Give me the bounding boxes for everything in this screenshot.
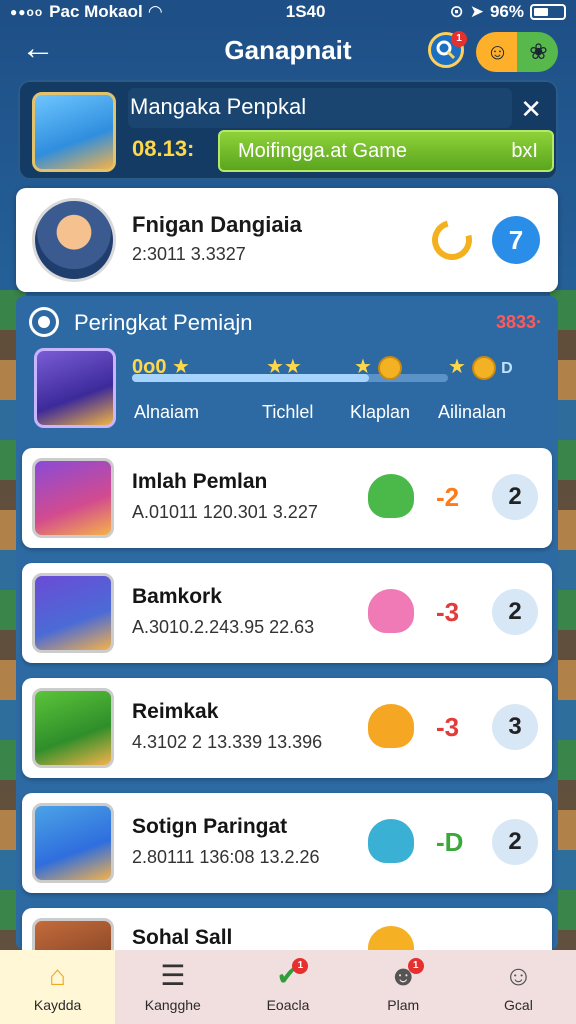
star-coin-end-icon: ★ D — [448, 355, 513, 380]
milestone-label-3: Klaplan — [350, 402, 411, 422]
profile-meta: 2:3011 3.3327 — [132, 244, 246, 264]
promo-button-tag: bxI — [511, 139, 538, 162]
list-item[interactable]: Imlah Pemlan A.01011 120.301 3.227 -2 2 — [22, 448, 552, 548]
star-coin-icon: ★ — [354, 354, 402, 380]
rank-change: -3 — [436, 597, 460, 627]
pet-icon — [368, 589, 414, 633]
search-button[interactable]: 1 — [428, 31, 467, 68]
dino-avatar-icon: ❀ — [529, 39, 548, 64]
signal-icon: ●●oo — [10, 5, 44, 19]
list-item[interactable]: Sotign Paringat 2.80111 136:08 13.2.26 -… — [22, 793, 552, 893]
app-header: ← Ganapnait 1 ☺ ❀ — [0, 26, 576, 74]
level-character-image — [34, 348, 116, 428]
player-meta: A.3010.2.243.95 22.63 — [132, 617, 315, 637]
player-avatar — [32, 458, 114, 538]
list-item[interactable]: Bamkork A.3010.2.243.95 22.63 -3 2 — [22, 563, 552, 663]
player-name: Sotign Paringat — [132, 815, 288, 838]
rank-badge: 2 — [492, 474, 538, 520]
list-item[interactable]: Sohal Sall — [22, 908, 552, 950]
profile-card[interactable]: Fnigan Dangiaia 2:3011 3.3327 7 — [16, 188, 558, 292]
pet-icon — [368, 926, 414, 950]
promo-character-image — [32, 92, 116, 172]
nav-play[interactable]: ☻ 1 Plam — [346, 950, 461, 1024]
nav-label: Gcal — [504, 997, 533, 1013]
list-icon: ☰ — [160, 960, 186, 991]
promo-code: 08.13: — [132, 136, 195, 161]
carrier-name: Pac Mokaol — [49, 2, 143, 21]
player-name: Reimkak — [132, 700, 219, 723]
rank-change: -3 — [436, 712, 460, 742]
promo-title: Mangaka Penpkal — [130, 94, 307, 119]
battery-icon — [529, 4, 566, 20]
page-title: Ganapnait — [224, 34, 352, 65]
milestone-label-1: Alnaiam — [134, 402, 200, 422]
promo-button-label: Moifingga.at Game — [238, 139, 407, 162]
avatar-switch[interactable]: ☺ ❀ — [476, 32, 558, 72]
player-meta: 4.3102 2 13.339 13.396 — [132, 732, 323, 752]
player-avatar — [32, 918, 114, 950]
ranking-title: Peringkat Pemiajn — [74, 310, 253, 335]
nav-home[interactable]: ⌂ Kaydda — [0, 950, 116, 1024]
close-icon[interactable]: ✕ — [520, 94, 542, 125]
nav-label: Kaydda — [33, 997, 82, 1013]
rank-badge: 2 — [492, 819, 538, 865]
nav-badge: 1 — [292, 958, 309, 974]
refresh-icon[interactable] — [424, 212, 480, 268]
status-time: 1S40 — [285, 2, 326, 21]
player-avatar — [32, 573, 114, 653]
nav-label: Eoacla — [266, 997, 310, 1013]
list-item[interactable]: Reimkak 4.3102 2 13.339 13.396 -3 3 — [22, 678, 552, 778]
player-meta: 2.80111 136:08 13.2.26 — [132, 847, 320, 867]
nav-label: Kangghe — [144, 997, 201, 1013]
promo-game-button[interactable]: Moifingga.at Game bxI — [218, 130, 554, 172]
nav-tasks[interactable]: ✔ 1 Eoacla — [230, 950, 345, 1024]
profile-icon: ☺ — [504, 960, 533, 991]
milestone-label-2: Tichlel — [262, 402, 314, 422]
player-meta: A.01011 120.301 3.227 — [132, 502, 318, 522]
ranking-count: 3833· — [495, 312, 542, 332]
player-name: Imlah Pemlan — [132, 470, 268, 493]
level-progress-fill — [132, 374, 369, 382]
pet-icon — [368, 704, 414, 748]
profile-avatar — [32, 198, 116, 282]
bottom-navigation: ⌂ Kaydda ☰ Kangghe ✔ 1 Eoacla ☻ 1 Plam ☺… — [0, 950, 576, 1024]
battery-percent: 96% — [489, 2, 524, 21]
home-icon: ⌂ — [49, 960, 67, 991]
rank-badge: 2 — [492, 589, 538, 635]
nav-profile[interactable]: ☺ Gcal — [461, 950, 576, 1024]
back-arrow-icon[interactable]: ← — [18, 31, 58, 68]
profile-name: Fnigan Dangiaia — [132, 212, 302, 237]
ranking-icon — [32, 310, 56, 334]
status-bar: ●●oo Pac Mokaol ◠ 1S40 ⊙ ➤ 96% — [0, 0, 576, 24]
pet-icon — [368, 819, 414, 863]
alarm-icon: ⊙ — [449, 2, 464, 21]
rank-change: -D — [436, 827, 464, 857]
nav-badge: 1 — [407, 958, 424, 974]
profile-rank-badge: 7 — [492, 216, 540, 264]
nav-label: Plam — [387, 997, 420, 1013]
player-name: Bamkork — [132, 585, 222, 608]
ranking-panel: Peringkat Pemiajn 3833· 0o0 ★ ★★ ★ ★ D A… — [16, 296, 558, 950]
search-badge: 1 — [451, 31, 467, 47]
nav-list[interactable]: ☰ Kangghe — [115, 950, 230, 1024]
smiley-avatar-icon: ☺ — [486, 39, 509, 64]
pet-icon — [368, 474, 414, 518]
player-avatar — [32, 688, 114, 768]
player-avatar — [32, 803, 114, 883]
wifi-icon: ◠ — [148, 2, 162, 21]
rank-change: -2 — [436, 482, 460, 512]
milestone-label-4: Ailinalan — [438, 402, 507, 422]
stars-two-icon: ★★ — [266, 356, 302, 378]
location-icon: ➤ — [469, 2, 484, 21]
player-name: Sohal Sall — [132, 926, 233, 949]
rank-badge: 3 — [492, 704, 538, 750]
